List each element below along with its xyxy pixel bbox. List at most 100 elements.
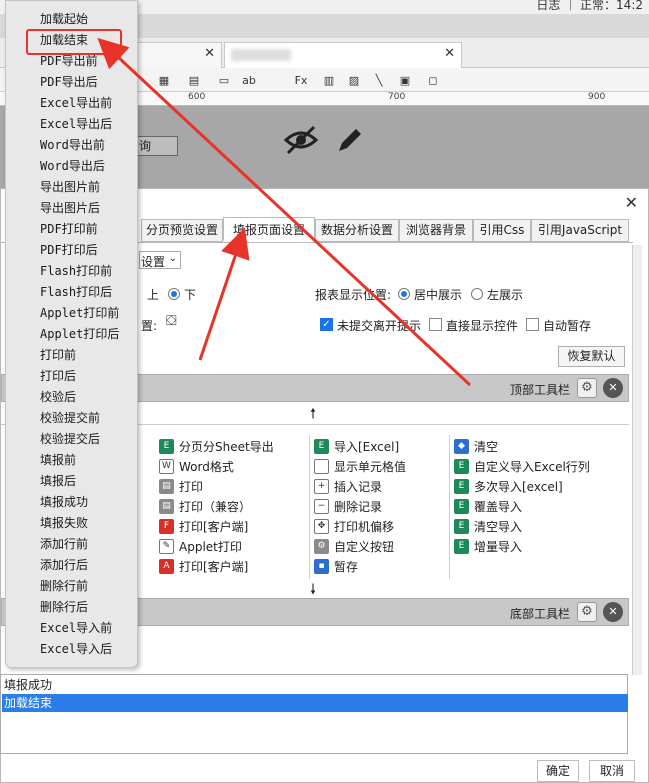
chart-icon[interactable]: ▥ — [320, 71, 338, 89]
close-icon[interactable]: ✕ — [204, 46, 215, 61]
menu-item[interactable]: Excel导出前 — [40, 93, 112, 114]
toolbar-item[interactable]: ▪ 暂存 — [314, 556, 358, 576]
menu-item[interactable]: 删除行前 — [40, 576, 88, 597]
unsubmitted-checkbox[interactable]: ✓ — [320, 318, 333, 331]
menu-item[interactable]: Excel导入后 — [40, 639, 112, 660]
toolbar-item[interactable]: F 打印[客户端] — [159, 516, 248, 536]
menu-item[interactable]: Excel导入前 — [40, 618, 112, 639]
menu-item[interactable]: 打印后 — [40, 366, 76, 387]
toolbar-item[interactable]: ▤ 打印 — [159, 476, 203, 496]
formula-icon[interactable]: Fx — [292, 71, 310, 89]
scrollbar[interactable] — [632, 245, 642, 675]
toolbar-item[interactable]: ◆ 清空 — [454, 436, 498, 456]
display-center-label: 居中展示 — [414, 288, 463, 302]
close-icon[interactable]: ✕ — [603, 378, 623, 398]
setting-select[interactable]: 设置 ⌄ — [139, 251, 181, 269]
menu-item[interactable]: 导出图片后 — [40, 198, 100, 219]
file-tab-1[interactable]: ✕ — [130, 42, 222, 68]
menu-item[interactable]: PDF打印后 — [40, 240, 98, 261]
tab-css[interactable]: 引用Css — [473, 219, 531, 242]
image-icon[interactable]: ▨ — [345, 71, 363, 89]
applet-icon: ✎ — [159, 538, 174, 554]
menu-item[interactable]: 填报前 — [40, 450, 76, 471]
menu-item[interactable]: 校验后 — [40, 387, 76, 408]
toolbar-item[interactable]: ✥ 打印机偏移 — [314, 516, 394, 536]
menu-item[interactable]: PDF打印前 — [40, 219, 98, 240]
close-icon[interactable]: ✕ — [603, 602, 623, 622]
direct-controls-checkbox[interactable] — [429, 318, 442, 331]
menu-item[interactable]: 填报后 — [40, 471, 76, 492]
toolbar-item[interactable]: E 多次导入[excel] — [454, 476, 563, 496]
gear-icon[interactable]: ⚙ — [577, 602, 597, 622]
toolbar-item[interactable]: + 插入记录 — [314, 476, 382, 496]
tab-data-analysis[interactable]: 数据分析设置 — [315, 219, 399, 242]
menu-item[interactable]: Applet打印后 — [40, 324, 119, 345]
tab-javascript[interactable]: 引用JavaScript — [531, 219, 629, 242]
autosave-checkbox[interactable] — [526, 318, 539, 331]
table-icon[interactable]: ▦ — [155, 71, 173, 89]
list-item-selected[interactable]: 加载结束 — [2, 694, 628, 712]
menu-item[interactable]: 加载起始 — [40, 9, 88, 30]
toolbar-item[interactable]: E 导入[Excel] — [314, 436, 399, 456]
toolbar-item[interactable]: A 打印[客户端] — [159, 556, 248, 576]
menu-item[interactable]: Word导出前 — [40, 135, 105, 156]
toolbar-item[interactable]: ✎ Applet打印 — [159, 536, 242, 556]
close-icon[interactable]: ✕ — [625, 193, 638, 212]
item-label: 多次导入[excel] — [474, 479, 563, 494]
border-icon[interactable]: ◻ — [424, 71, 442, 89]
toolbar-item[interactable]: 显示单元格值 — [314, 456, 406, 476]
menu-item[interactable]: Applet打印前 — [40, 303, 119, 324]
menu-item[interactable]: PDF导出后 — [40, 72, 98, 93]
menu-item[interactable]: 添加行后 — [40, 555, 88, 576]
slash-icon[interactable]: ╲ — [370, 71, 388, 89]
tab-browser-bg[interactable]: 浏览器背景 — [399, 219, 473, 242]
query-button[interactable]: 询 — [134, 136, 178, 156]
display-left-radio[interactable] — [471, 288, 483, 300]
form-icon[interactable]: ▣ — [396, 71, 414, 89]
pencil-icon[interactable] — [334, 124, 366, 156]
top-toolbar-label: 顶部工具栏 — [510, 383, 571, 397]
restore-default-button[interactable]: 恢复默认 — [558, 346, 625, 367]
tab-page-preview[interactable]: 分页预览设置 — [141, 219, 223, 242]
close-icon[interactable]: ✕ — [444, 46, 455, 61]
cancel-button[interactable]: 取消 — [589, 760, 635, 782]
ok-button[interactable]: 确定 — [537, 760, 579, 782]
toolbar-item[interactable]: E 分页分Sheet导出 — [159, 436, 274, 456]
menu-item[interactable]: Flash打印后 — [40, 282, 112, 303]
menu-item[interactable]: 填报失败 — [40, 513, 88, 534]
menu-item[interactable]: 填报成功 — [40, 492, 88, 513]
pdf-icon: A — [159, 558, 174, 574]
list-item[interactable]: 填报成功 — [2, 676, 628, 694]
menu-item[interactable]: Excel导出后 — [40, 114, 112, 135]
line-icon[interactable]: ▭ — [215, 71, 233, 89]
menu-item[interactable]: 校验提交后 — [40, 429, 100, 450]
toolbar-item[interactable]: E 自定义导入Excel行列 — [454, 456, 590, 476]
display-left-label: 左展示 — [487, 288, 524, 302]
gear-icon[interactable]: ⚙ — [577, 378, 597, 398]
menu-item[interactable]: 导出图片前 — [40, 177, 100, 198]
menu-item[interactable]: 添加行前 — [40, 534, 88, 555]
toolbar-item[interactable]: ⚙ 自定义按钮 — [314, 536, 394, 556]
menu-item[interactable]: 打印前 — [40, 345, 76, 366]
tab-fill-page[interactable]: 填报页面设置 — [223, 217, 315, 241]
position-bottom-radio[interactable] — [168, 288, 180, 300]
toolbar-item[interactable]: E 清空导入 — [454, 516, 522, 536]
excel-icon: E — [159, 438, 174, 454]
toolbar-item[interactable]: ▤ 打印（兼容） — [159, 496, 251, 516]
menu-item[interactable]: 删除行后 — [40, 597, 88, 618]
eye-off-icon[interactable] — [283, 124, 319, 156]
ruler-tick: 600 — [188, 92, 206, 102]
file-tab-2[interactable]: ✕ — [224, 42, 462, 68]
toolbar-item[interactable]: E 覆盖导入 — [454, 496, 522, 516]
menu-item[interactable]: Word导出后 — [40, 156, 105, 177]
toolbar-item[interactable]: − 删除记录 — [314, 496, 382, 516]
menu-item[interactable]: 校验提交前 — [40, 408, 100, 429]
display-center-radio[interactable] — [398, 288, 410, 300]
paint-bucket-icon[interactable]: ⛋ — [166, 313, 184, 331]
table-icon[interactable]: ▤ — [185, 71, 203, 89]
toolbar-item[interactable]: W Word格式 — [159, 456, 234, 476]
item-label: 打印机偏移 — [334, 519, 395, 534]
menu-item[interactable]: Flash打印前 — [40, 261, 112, 282]
text-icon[interactable]: ab — [240, 71, 258, 89]
toolbar-item[interactable]: E 增量导入 — [454, 536, 522, 556]
